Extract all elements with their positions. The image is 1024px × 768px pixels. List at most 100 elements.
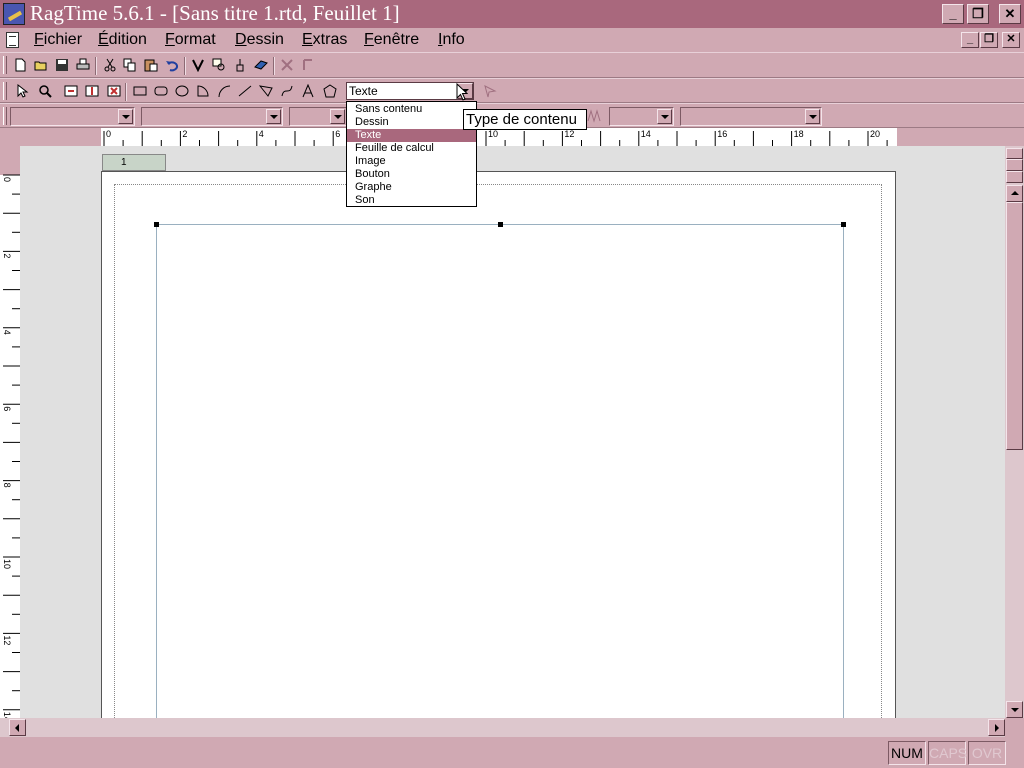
arc-icon[interactable] <box>214 81 234 101</box>
vertical-ruler[interactable]: 0 2 4 6 8 10 12 14 <box>0 146 20 720</box>
ruler-tick-label: 10 <box>2 559 12 569</box>
link-icon[interactable] <box>251 55 271 75</box>
dropdown-option-texte[interactable]: Texte <box>347 129 476 142</box>
document-minimize-button[interactable]: _ <box>961 32 979 48</box>
polygon-icon[interactable] <box>256 81 276 101</box>
dropdown-option-image[interactable]: Image <box>347 155 476 168</box>
disabled-star-icon <box>480 81 500 101</box>
close-button[interactable]: ✕ <box>999 4 1021 24</box>
scroll-split-icon[interactable] <box>1006 159 1023 171</box>
content-type-select[interactable]: Texte <box>346 82 474 100</box>
resize-handle[interactable] <box>841 222 846 227</box>
chevron-down-icon[interactable] <box>118 109 133 124</box>
new-document-icon[interactable] <box>10 55 30 75</box>
document-page[interactable] <box>101 171 896 718</box>
line-icon[interactable] <box>235 81 255 101</box>
dropdown-option-feuille-de-calcul[interactable]: Feuille de calcul <box>347 142 476 155</box>
scroll-right-button[interactable] <box>988 719 1005 736</box>
document-restore-button[interactable]: ❐ <box>980 32 998 48</box>
vertical-scroll-thumb[interactable] <box>1006 202 1023 450</box>
document-system-icon[interactable] <box>6 32 19 48</box>
chevron-down-icon[interactable] <box>330 109 345 124</box>
disabled-tool-2-icon <box>298 55 318 75</box>
caps-lock-indicator: CAPS <box>928 741 967 765</box>
minimize-button[interactable]: _ <box>942 4 964 24</box>
copy-icon[interactable] <box>120 55 140 75</box>
wedge-icon[interactable] <box>193 81 213 101</box>
vertical-scrollbar[interactable] <box>1005 146 1024 718</box>
menu-format[interactable]: Format <box>165 31 216 49</box>
text-style-icon[interactable] <box>230 55 250 75</box>
style-combo[interactable] <box>141 107 283 126</box>
oval-icon[interactable] <box>172 81 192 101</box>
rectangle-icon[interactable] <box>130 81 150 101</box>
document-canvas[interactable]: 1 <box>20 146 1005 718</box>
toolbar-grip[interactable] <box>3 56 7 74</box>
menu-edition[interactable]: Édition <box>98 31 147 49</box>
resize-handle[interactable] <box>154 222 159 227</box>
pentagon-icon[interactable] <box>320 81 340 101</box>
open-folder-icon[interactable] <box>31 55 51 75</box>
tools-toolbar <box>0 78 1024 103</box>
chevron-down-icon[interactable] <box>266 109 281 124</box>
frame-link-icon[interactable] <box>61 81 81 101</box>
resize-handle[interactable] <box>498 222 503 227</box>
frame-break-icon[interactable] <box>104 81 124 101</box>
find-icon[interactable] <box>209 55 229 75</box>
scroll-page-up-icon[interactable] <box>1006 148 1023 159</box>
document-close-button[interactable]: ✕ <box>1002 32 1020 48</box>
page-number: 1 <box>121 157 127 168</box>
text-art-icon[interactable] <box>298 81 318 101</box>
scroll-down-button[interactable] <box>1006 701 1023 718</box>
paste-icon[interactable] <box>141 55 161 75</box>
toolbar-grip[interactable] <box>3 107 7 125</box>
menu-fichier[interactable]: Fichier <box>34 31 82 49</box>
title-bar[interactable]: RagTime 5.6.1 - [Sans titre 1.rtd, Feuil… <box>0 0 1024 28</box>
page-tab[interactable]: 1 <box>102 154 166 171</box>
ruler-tick-label: 12 <box>564 129 574 139</box>
zoom-icon[interactable] <box>35 81 55 101</box>
chevron-down-icon[interactable] <box>657 109 672 124</box>
menu-dessin[interactable]: Dessin <box>235 31 284 49</box>
frame-flow-icon[interactable] <box>82 81 102 101</box>
dropdown-option-son[interactable]: Son <box>347 194 476 207</box>
font-combo[interactable] <box>10 107 135 126</box>
toolbar-grip[interactable] <box>3 82 7 100</box>
dropdown-option-bouton[interactable]: Bouton <box>347 168 476 181</box>
ruler-tick-label: 16 <box>717 129 727 139</box>
menu-info[interactable]: Info <box>438 31 465 49</box>
component-icon[interactable] <box>188 55 208 75</box>
ruler-tick-label: 6 <box>335 129 340 139</box>
print-icon[interactable] <box>73 55 93 75</box>
cut-icon[interactable] <box>100 55 120 75</box>
scroll-page-down-icon[interactable] <box>1006 171 1023 183</box>
text-frame[interactable] <box>154 222 846 718</box>
scroll-up-button[interactable] <box>1006 185 1023 202</box>
size-combo[interactable] <box>289 107 347 126</box>
content-type-dropdown: Sans contenu Dessin Texte Feuille de cal… <box>346 101 477 207</box>
ragtime-app-icon[interactable] <box>3 3 25 25</box>
ruler-tick-label: 2 <box>2 253 12 258</box>
ruler-tick-label: 4 <box>259 129 264 139</box>
color-combo[interactable] <box>680 107 822 126</box>
pointer-icon[interactable] <box>12 81 32 101</box>
menu-extras[interactable]: Extras <box>302 31 347 49</box>
chevron-down-icon[interactable] <box>805 109 820 124</box>
horizontal-ruler[interactable]: 02468101214161820 <box>20 128 1005 146</box>
rounded-rectangle-icon[interactable] <box>151 81 171 101</box>
ruler-tick-label: 20 <box>870 129 880 139</box>
dropdown-option-dessin[interactable]: Dessin <box>347 116 476 129</box>
mouse-cursor-icon <box>456 83 468 101</box>
dropdown-option-graphe[interactable]: Graphe <box>347 181 476 194</box>
menu-fenetre[interactable]: Fenêtre <box>364 31 419 49</box>
bezier-icon[interactable] <box>277 81 297 101</box>
maximize-button[interactable]: ❐ <box>967 4 989 24</box>
save-icon[interactable] <box>52 55 72 75</box>
undo-icon[interactable] <box>162 55 182 75</box>
spacing-combo[interactable] <box>609 107 674 126</box>
ruler-tick-label: 18 <box>794 129 804 139</box>
scroll-left-button[interactable] <box>9 719 26 736</box>
dropdown-option-sans-contenu[interactable]: Sans contenu <box>347 103 476 116</box>
close-icon: ✕ <box>1004 6 1016 21</box>
horizontal-scrollbar[interactable] <box>0 718 1005 737</box>
